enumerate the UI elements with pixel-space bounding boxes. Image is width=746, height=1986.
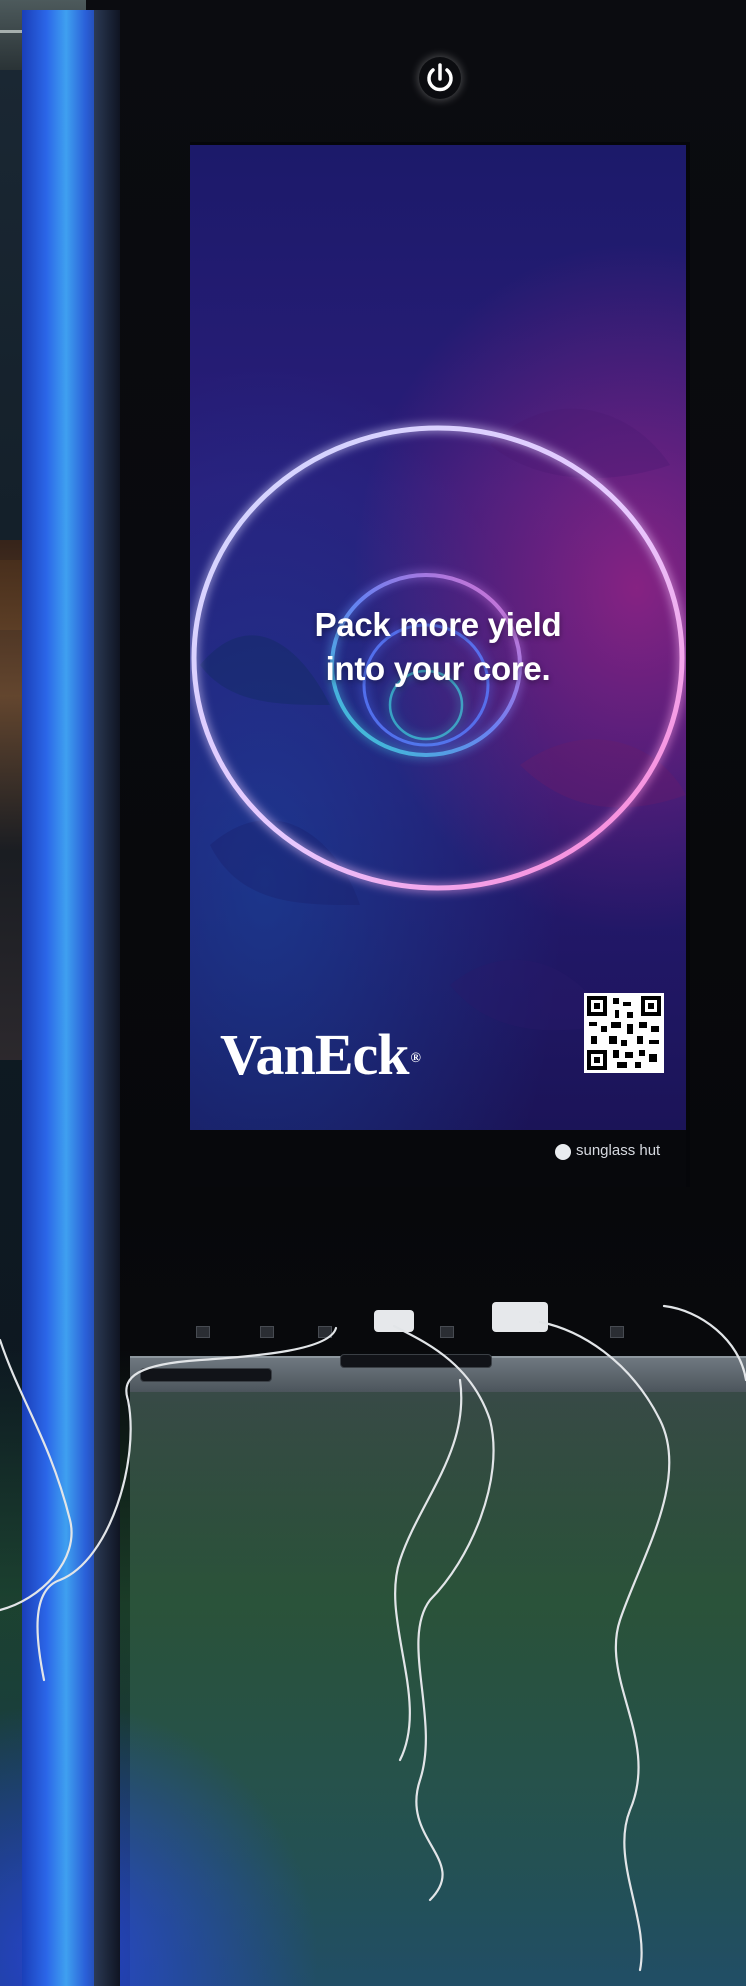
charging-cables [0,1304,746,1972]
charging-kiosk-scene: Pack more yield into your core. VanEck® [0,0,746,1986]
